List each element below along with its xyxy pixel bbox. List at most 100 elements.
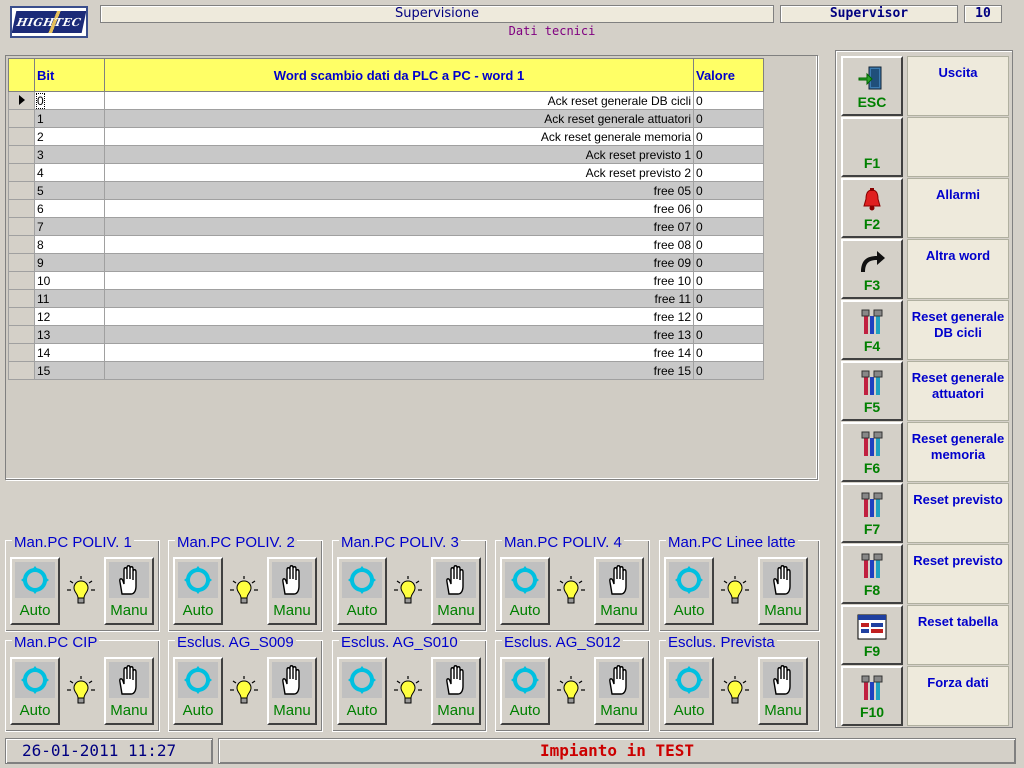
table-row[interactable]: 2 Ack reset generale memoria 0 xyxy=(8,127,764,146)
auto-button[interactable]: Auto xyxy=(664,557,714,625)
cell-bit[interactable]: 15 xyxy=(34,361,105,380)
cell-description[interactable]: Ack reset previsto 2 xyxy=(104,163,694,182)
cell-value[interactable]: 0 xyxy=(693,325,764,344)
esc-button[interactable]: ESC xyxy=(841,56,903,116)
auto-button[interactable]: Auto xyxy=(664,657,714,725)
cell-value[interactable]: 0 xyxy=(693,343,764,362)
cell-bit[interactable]: 8 xyxy=(34,235,105,254)
cell-description[interactable]: free 05 xyxy=(104,181,694,200)
auto-button[interactable]: Auto xyxy=(10,557,60,625)
row-indicator[interactable] xyxy=(8,127,35,146)
f5-button[interactable]: F5 xyxy=(841,361,903,421)
row-indicator[interactable] xyxy=(8,307,35,326)
cell-value[interactable]: 0 xyxy=(693,289,764,308)
table-row[interactable]: 12 free 12 0 xyxy=(8,307,764,326)
column-header-description[interactable]: Word scambio dati da PLC a PC - word 1 xyxy=(104,58,694,92)
row-indicator[interactable] xyxy=(8,235,35,254)
f3-button[interactable]: F3 xyxy=(841,239,903,299)
cell-value[interactable]: 0 xyxy=(693,181,764,200)
row-indicator[interactable] xyxy=(8,163,35,182)
f6-button[interactable]: F6 xyxy=(841,422,903,482)
f1-button[interactable]: F1 xyxy=(841,117,903,177)
table-row[interactable]: 10 free 10 0 xyxy=(8,271,764,290)
manual-button[interactable]: Manu xyxy=(267,557,317,625)
manual-button[interactable]: Manu xyxy=(104,657,154,725)
cell-value[interactable]: 0 xyxy=(693,235,764,254)
auto-button[interactable]: Auto xyxy=(500,557,550,625)
cell-bit[interactable]: 11 xyxy=(34,289,105,308)
f9-button[interactable]: F9 xyxy=(841,605,903,665)
row-indicator[interactable] xyxy=(8,145,35,164)
row-indicator[interactable] xyxy=(8,199,35,218)
cell-value[interactable]: 0 xyxy=(693,307,764,326)
row-indicator[interactable] xyxy=(8,271,35,290)
table-row[interactable]: 14 free 14 0 xyxy=(8,343,764,362)
table-row[interactable]: 5 free 05 0 xyxy=(8,181,764,200)
f7-button[interactable]: F7 xyxy=(841,483,903,543)
cell-description[interactable]: free 15 xyxy=(104,361,694,380)
table-row[interactable]: 3 Ack reset previsto 10 xyxy=(8,145,764,164)
manual-button[interactable]: Manu xyxy=(104,557,154,625)
cell-value[interactable]: 0 xyxy=(693,109,764,128)
f4-button[interactable]: F4 xyxy=(841,300,903,360)
cell-value[interactable]: 0 xyxy=(693,163,764,182)
column-header-bit[interactable]: Bit xyxy=(34,58,105,92)
row-indicator[interactable] xyxy=(8,91,35,110)
manual-button[interactable]: Manu xyxy=(758,557,808,625)
cell-value[interactable]: 0 xyxy=(693,271,764,290)
cell-bit[interactable]: 7 xyxy=(34,217,105,236)
row-indicator[interactable] xyxy=(8,361,35,380)
cell-description[interactable]: free 10 xyxy=(104,271,694,290)
cell-description[interactable]: free 12 xyxy=(104,307,694,326)
cell-bit[interactable]: 6 xyxy=(34,199,105,218)
row-indicator[interactable] xyxy=(8,109,35,128)
cell-bit[interactable]: 2 xyxy=(34,127,105,146)
cell-bit[interactable]: 5 xyxy=(34,181,105,200)
cell-bit[interactable]: 0 xyxy=(34,91,105,110)
auto-button[interactable]: Auto xyxy=(500,657,550,725)
table-row[interactable]: 9 free 09 0 xyxy=(8,253,764,272)
auto-button[interactable]: Auto xyxy=(173,657,223,725)
table-row[interactable]: 6 free 06 0 xyxy=(8,199,764,218)
row-indicator[interactable] xyxy=(8,343,35,362)
table-row[interactable]: 4 Ack reset previsto 20 xyxy=(8,163,764,182)
f10-button[interactable]: F10 xyxy=(841,666,903,726)
cell-value[interactable]: 0 xyxy=(693,91,764,110)
cell-bit[interactable]: 4 xyxy=(34,163,105,182)
cell-description[interactable]: free 14 xyxy=(104,343,694,362)
cell-value[interactable]: 0 xyxy=(693,217,764,236)
cell-value[interactable]: 0 xyxy=(693,145,764,164)
f2-button[interactable]: F2 xyxy=(841,178,903,238)
cell-bit[interactable]: 9 xyxy=(34,253,105,272)
row-indicator[interactable] xyxy=(8,217,35,236)
data-grid[interactable]: Bit Word scambio dati da PLC a PC - word… xyxy=(8,58,764,380)
row-indicator[interactable] xyxy=(8,289,35,308)
table-row[interactable]: 0 Ack reset generale DB cicli 0 xyxy=(8,91,764,110)
manual-button[interactable]: Manu xyxy=(267,657,317,725)
manual-button[interactable]: Manu xyxy=(431,657,481,725)
cell-bit[interactable]: 1 xyxy=(34,109,105,128)
cell-bit[interactable]: 10 xyxy=(34,271,105,290)
row-indicator[interactable] xyxy=(8,181,35,200)
cell-value[interactable]: 0 xyxy=(693,127,764,146)
table-row[interactable]: 8 free 08 0 xyxy=(8,235,764,254)
cell-description[interactable]: free 13 xyxy=(104,325,694,344)
table-row[interactable]: 13 free 13 0 xyxy=(8,325,764,344)
table-row[interactable]: 15 free 15 0 xyxy=(8,361,764,380)
table-row[interactable]: 1 Ack reset generale attuatori 0 xyxy=(8,109,764,128)
manual-button[interactable]: Manu xyxy=(758,657,808,725)
cell-description[interactable]: free 06 xyxy=(104,199,694,218)
cell-description[interactable]: free 07 xyxy=(104,217,694,236)
manual-button[interactable]: Manu xyxy=(431,557,481,625)
auto-button[interactable]: Auto xyxy=(337,657,387,725)
row-indicator[interactable] xyxy=(8,325,35,344)
manual-button[interactable]: Manu xyxy=(594,657,644,725)
cell-bit[interactable]: 12 xyxy=(34,307,105,326)
table-row[interactable]: 7 free 07 0 xyxy=(8,217,764,236)
manual-button[interactable]: Manu xyxy=(594,557,644,625)
row-indicator[interactable] xyxy=(8,253,35,272)
cell-description[interactable]: Ack reset previsto 1 xyxy=(104,145,694,164)
auto-button[interactable]: Auto xyxy=(10,657,60,725)
f8-button[interactable]: F8 xyxy=(841,544,903,604)
cell-description[interactable]: free 09 xyxy=(104,253,694,272)
